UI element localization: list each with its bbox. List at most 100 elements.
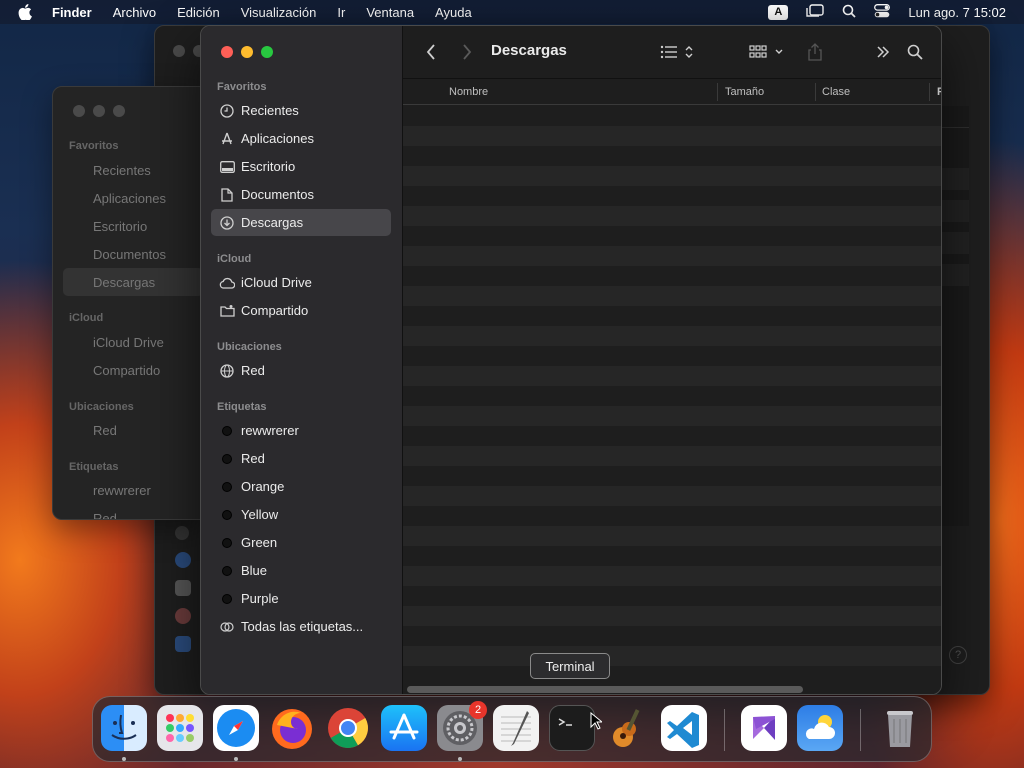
sidebar-item-icloud-drive[interactable]: iCloud Drive: [211, 269, 391, 296]
background-window-icons: [175, 526, 195, 676]
dock-textedit-icon[interactable]: [493, 705, 539, 751]
shared-folder-icon: [219, 303, 235, 319]
bg-item-icloud-drive: iCloud Drive: [93, 335, 164, 350]
minimize-button[interactable]: [241, 46, 253, 58]
bg-section-favorites: Favoritos: [69, 140, 119, 152]
sidebar-tag-green[interactable]: Green: [211, 529, 391, 556]
finder-sidebar: Favoritos Recientes Aplicaciones Escrito…: [201, 26, 403, 694]
sidebar-tag-rewwrerer[interactable]: rewwrerer: [211, 417, 391, 444]
dock-visual-studio-icon[interactable]: [741, 705, 787, 751]
bg-item-documentos: Documentos: [93, 247, 166, 262]
dock-finder-icon[interactable]: [101, 705, 147, 751]
sidebar-item-escritorio[interactable]: Escritorio: [211, 153, 391, 180]
sidebar-item-documentos[interactable]: Documentos: [211, 181, 391, 208]
bg-section-icloud: iCloud: [69, 312, 104, 324]
horizontal-scrollbar[interactable]: [407, 686, 803, 693]
clock-icon: [219, 103, 235, 119]
sidebar-section-tags: Etiquetas: [217, 401, 267, 413]
column-truncated[interactable]: F: [937, 86, 941, 98]
apple-menu-icon[interactable]: [18, 4, 38, 20]
sidebar-item-label: Yellow: [241, 507, 279, 522]
more-toolbar-icon[interactable]: [873, 40, 893, 64]
input-source-icon[interactable]: A: [768, 4, 789, 20]
menu-edicion[interactable]: Edición: [177, 5, 220, 20]
dock-safari-icon[interactable]: [213, 705, 259, 751]
list-view-icon[interactable]: [659, 40, 697, 64]
menu-archivo[interactable]: Archivo: [113, 5, 156, 20]
tag-dot-icon: [219, 507, 235, 523]
control-center-icon[interactable]: [874, 3, 891, 21]
menu-visualizacion[interactable]: Visualización: [241, 5, 317, 20]
dock-launchpad-icon[interactable]: [157, 705, 203, 751]
sidebar-item-label: Recientes: [241, 103, 299, 118]
dock-terminal-icon[interactable]: [549, 705, 595, 751]
column-name[interactable]: Nombre: [449, 86, 488, 98]
window-controls: [221, 46, 273, 58]
sidebar-tag-yellow[interactable]: Yellow: [211, 501, 391, 528]
sidebar-item-label: Orange: [241, 479, 285, 494]
background-finder-window: Favoritos Recientes Aplicaciones Escrito…: [52, 86, 202, 520]
column-kind[interactable]: Clase: [822, 86, 850, 98]
menu-ir[interactable]: Ir: [337, 5, 345, 20]
sidebar-item-aplicaciones[interactable]: Aplicaciones: [211, 125, 391, 152]
dock-weather-icon[interactable]: [797, 705, 843, 751]
menu-app-name[interactable]: Finder: [52, 5, 92, 20]
mouse-cursor-icon: [590, 711, 604, 735]
sidebar-tag-purple[interactable]: Purple: [211, 585, 391, 612]
all-tags-icon: [219, 619, 235, 635]
close-button[interactable]: [221, 46, 233, 58]
stage-manager-icon[interactable]: [806, 3, 825, 21]
back-chevron-icon[interactable]: [421, 40, 441, 64]
dock-firefox-icon[interactable]: [269, 705, 315, 751]
bg-section-locations: Ubicaciones: [69, 401, 134, 413]
cloud-icon: [219, 275, 235, 291]
column-size[interactable]: Tamaño: [725, 86, 764, 98]
sidebar-item-label: iCloud Drive: [241, 275, 312, 290]
sidebar-item-label: Red: [241, 363, 265, 378]
sidebar-all-tags[interactable]: Todas las etiquetas...: [211, 613, 391, 640]
dock-chrome-icon[interactable]: [325, 705, 371, 751]
sidebar-item-descargas[interactable]: Descargas: [211, 209, 391, 236]
sidebar-item-label: Red: [241, 451, 265, 466]
sidebar-tag-red[interactable]: Red: [211, 445, 391, 472]
sidebar-item-label: Aplicaciones: [241, 131, 314, 146]
menubar-clock[interactable]: Lun ago. 7 15:02: [908, 5, 1006, 20]
tag-dot-icon: [219, 479, 235, 495]
group-view-icon[interactable]: [748, 40, 786, 64]
search-icon[interactable]: [905, 40, 925, 64]
bg-item-red: Red: [93, 423, 117, 438]
help-icon: ?: [949, 646, 967, 664]
menu-bar: Finder Archivo Edición Visualización Ir …: [0, 0, 1024, 24]
menu-ventana[interactable]: Ventana: [366, 5, 414, 20]
tag-dot-icon: [219, 591, 235, 607]
sidebar-item-label: rewwrerer: [241, 423, 299, 438]
sidebar-section-icloud: iCloud: [217, 253, 252, 265]
sidebar-item-recientes[interactable]: Recientes: [211, 97, 391, 124]
forward-chevron-icon[interactable]: [457, 40, 477, 64]
spotlight-search-icon[interactable]: [842, 4, 857, 21]
sidebar-item-compartido[interactable]: Compartido: [211, 297, 391, 324]
sidebar-tag-orange[interactable]: Orange: [211, 473, 391, 500]
sidebar-item-red[interactable]: Red: [211, 357, 391, 384]
dock-vscode-icon[interactable]: [661, 705, 707, 751]
zoom-button[interactable]: [261, 46, 273, 58]
sidebar-section-favorites: Favoritos: [217, 81, 267, 93]
sidebar-section-locations: Ubicaciones: [217, 341, 282, 353]
sidebar-item-label: Purple: [241, 591, 279, 606]
settings-badge: 2: [469, 701, 487, 719]
dock-app-store-icon[interactable]: [381, 705, 427, 751]
tag-dot-icon: [219, 563, 235, 579]
sidebar-item-label: Descargas: [241, 215, 304, 230]
share-icon[interactable]: [805, 40, 825, 64]
dock-garageband-icon[interactable]: [605, 705, 651, 751]
sidebar-item-label: Todas las etiquetas...: [241, 619, 364, 634]
file-list[interactable]: [403, 106, 941, 681]
tag-dot-icon: [219, 423, 235, 439]
dock-trash-icon[interactable]: [877, 705, 923, 751]
download-icon: [219, 215, 235, 231]
dock: 2: [92, 696, 932, 762]
sidebar-tag-blue[interactable]: Blue: [211, 557, 391, 584]
menu-ayuda[interactable]: Ayuda: [435, 5, 472, 20]
finder-toolbar: Descargas: [403, 26, 941, 78]
sidebar-item-label: Blue: [241, 563, 268, 578]
